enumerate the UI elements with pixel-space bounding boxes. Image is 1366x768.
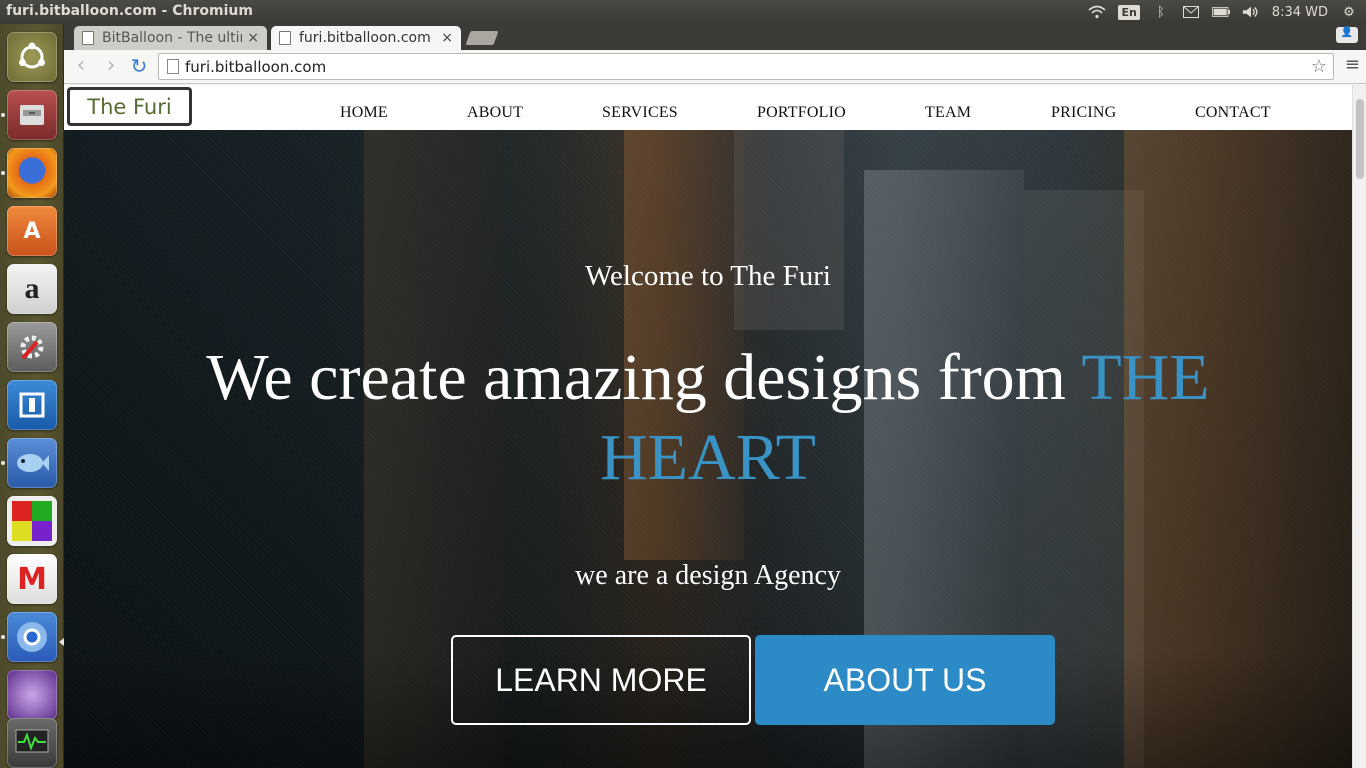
new-tab-button[interactable] [465, 31, 499, 45]
bluetooth-icon[interactable]: ᛒ [1152, 4, 1170, 20]
browser-window: BitBalloon - The ultir × furi.bitballoon… [64, 24, 1366, 768]
tab-close-icon[interactable]: × [247, 30, 259, 46]
forward-button[interactable]: › [100, 55, 122, 77]
settings-gear-icon[interactable]: ⚙ [1340, 4, 1358, 20]
chromium-icon[interactable] [7, 612, 57, 662]
site-logo[interactable]: The Furi [67, 87, 192, 126]
menu-icon[interactable]: ≡ [1345, 56, 1360, 74]
nav-about[interactable]: ABOUT [467, 104, 523, 122]
address-bar[interactable]: ☆ [158, 53, 1334, 80]
tab-bitballoon[interactable]: BitBalloon - The ultir × [74, 26, 267, 50]
site-navbar: The Furi HOME ABOUT SERVICES PORTFOLIO T… [64, 85, 1352, 130]
volume-icon[interactable] [1242, 4, 1260, 20]
gmail-icon[interactable]: M [7, 554, 57, 604]
running-indicator [1, 171, 5, 175]
clock[interactable]: 8:34 WD [1272, 5, 1328, 20]
page-favicon-icon [279, 31, 291, 45]
profile-icon[interactable]: 👤 [1336, 27, 1358, 43]
nav-home[interactable]: HOME [340, 104, 388, 122]
bluefish-icon[interactable] [7, 438, 57, 488]
system-tray: En ᛒ 8:34 WD ⚙ [1088, 0, 1366, 24]
os-top-panel: furi.bitballoon.com - Chromium En ᛒ 8:34… [0, 0, 1366, 24]
running-indicator [1, 635, 5, 639]
running-indicator [1, 113, 5, 117]
hero-welcome: Welcome to The Furi [585, 260, 831, 292]
software-center-icon[interactable]: A [7, 206, 57, 256]
wifi-icon[interactable] [1088, 4, 1106, 20]
hero-section: Welcome to The Furi We create amazing de… [64, 130, 1352, 768]
tab-furi[interactable]: furi.bitballoon.com × [271, 26, 461, 50]
browser-toolbar: ‹ › ↻ ☆ ≡ [64, 50, 1366, 84]
app-icon[interactable] [7, 496, 57, 546]
page-icon [167, 59, 179, 74]
dash-icon[interactable] [7, 32, 57, 82]
tab-label: furi.bitballoon.com [299, 30, 431, 46]
headline-main: We create amazing designs from [206, 341, 1082, 414]
back-button[interactable]: ‹ [70, 55, 92, 77]
window-title: furi.bitballoon.com - Chromium [6, 3, 253, 19]
tab-label: BitBalloon - The ultir [102, 30, 242, 46]
page-viewport: The Furi HOME ABOUT SERVICES PORTFOLIO T… [64, 85, 1366, 768]
reload-button[interactable]: ↻ [128, 55, 150, 77]
system-monitor-icon[interactable] [7, 718, 57, 768]
files-icon[interactable] [7, 90, 57, 140]
keyboard-layout-indicator[interactable]: En [1118, 4, 1140, 20]
amazon-icon[interactable]: a [7, 264, 57, 314]
tab-strip: BitBalloon - The ultir × furi.bitballoon… [64, 24, 1366, 50]
system-settings-icon[interactable] [7, 322, 57, 372]
hero-tagline: we are a design Agency [575, 560, 841, 591]
page-scrollbar[interactable] [1352, 85, 1366, 768]
url-input[interactable] [185, 55, 1285, 78]
nav-portfolio[interactable]: PORTFOLIO [757, 104, 846, 122]
unity-launcher: A a M [0, 24, 64, 768]
nav-team[interactable]: TEAM [925, 104, 971, 122]
mail-icon[interactable] [1182, 4, 1200, 20]
nav-contact[interactable]: CONTACT [1195, 104, 1271, 122]
background-sky [734, 130, 844, 330]
learn-more-button[interactable]: LEARN MORE [451, 635, 751, 725]
nav-pricing[interactable]: PRICING [1051, 104, 1116, 122]
app-icon[interactable] [7, 380, 57, 430]
bookmark-star-icon[interactable]: ☆ [1311, 56, 1327, 77]
scrollbar-thumb[interactable] [1356, 99, 1364, 179]
about-us-button[interactable]: ABOUT US [755, 635, 1055, 725]
page-favicon-icon [82, 31, 94, 45]
app-icon[interactable] [7, 670, 57, 720]
firefox-icon[interactable] [7, 148, 57, 198]
hero-headline: We create amazing designs from THE HEART [64, 338, 1352, 498]
battery-icon[interactable] [1211, 4, 1230, 20]
running-indicator [1, 461, 5, 465]
nav-services[interactable]: SERVICES [602, 104, 678, 122]
tab-close-icon[interactable]: × [441, 30, 453, 46]
